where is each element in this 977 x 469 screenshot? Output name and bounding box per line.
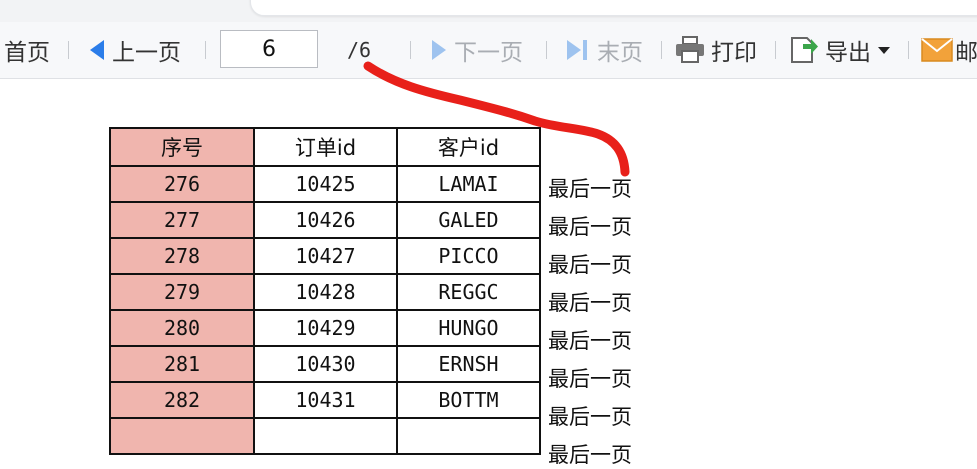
table-row: 281 10430 ERNSH: [109, 345, 541, 383]
page-number-input[interactable]: [220, 30, 318, 68]
export-icon: [791, 37, 818, 63]
table-cell: 279: [109, 273, 255, 311]
table-row: 280 10429 HUNGO: [109, 309, 541, 347]
next-page-label: 下一页: [454, 40, 523, 66]
last-page-note: 最后一页: [548, 177, 632, 201]
toolbar-divider: [68, 41, 69, 59]
mail-button[interactable]: 邮: [921, 22, 977, 78]
toolbar-divider: [661, 41, 662, 59]
export-label: 导出: [825, 40, 871, 66]
first-page-button[interactable]: 首页: [4, 22, 50, 78]
last-page-label: 末页: [597, 40, 643, 66]
print-button[interactable]: 打印: [675, 22, 757, 78]
last-page-note: 最后一页: [548, 253, 632, 277]
table-cell: 276: [109, 165, 255, 203]
address-bar-edge: [250, 0, 977, 16]
last-page-note: 最后一页: [548, 367, 632, 391]
table-cell: 10427: [253, 237, 398, 275]
table-cell: PICCO: [396, 237, 541, 275]
last-page-button[interactable]: 末页: [565, 22, 643, 78]
last-page-note: 最后一页: [548, 215, 632, 239]
table-cell: LAMAI: [396, 165, 541, 203]
prev-page-button[interactable]: 上一页: [88, 22, 181, 78]
last-page-note: 最后一页: [548, 291, 632, 315]
column-header: 客户id: [396, 127, 541, 167]
last-page-note: 最后一页: [548, 329, 632, 353]
table-cell: 278: [109, 237, 255, 275]
table-cell: GALED: [396, 201, 541, 239]
table-cell: HUNGO: [396, 309, 541, 347]
toolbar-divider: [410, 41, 411, 59]
skip-end-icon: [567, 40, 587, 60]
table-row-partial: [109, 417, 541, 455]
table-cell: [109, 417, 255, 455]
table-cell: 10431: [253, 381, 398, 419]
table-row: 276 10425 LAMAI: [109, 165, 541, 203]
toolbar-divider: [775, 41, 776, 59]
table-cell: REGGC: [396, 273, 541, 311]
triangle-left-icon: [90, 40, 104, 60]
table-cell: 10425: [253, 165, 398, 203]
export-button[interactable]: 导出: [789, 22, 891, 78]
column-header: 序号: [109, 127, 255, 167]
page-total: /6: [347, 38, 372, 62]
envelope-icon: [921, 38, 953, 62]
table-cell: 280: [109, 309, 255, 347]
last-page-note: 最后一页: [548, 405, 632, 429]
triangle-right-icon: [432, 40, 446, 60]
table-cell: 10429: [253, 309, 398, 347]
table-cell: 281: [109, 345, 255, 383]
table-row: 282 10431 BOTTM: [109, 381, 541, 419]
table-row: 278 10427 PICCO: [109, 237, 541, 275]
mail-label: 邮: [955, 40, 977, 66]
next-page-button[interactable]: 下一页: [430, 22, 523, 78]
table-row: 277 10426 GALED: [109, 201, 541, 239]
column-header: 订单id: [253, 127, 398, 167]
caret-down-icon: [878, 47, 890, 54]
table-cell: 10430: [253, 345, 398, 383]
first-page-label: 首页: [4, 40, 50, 66]
table-cell: ERNSH: [396, 345, 541, 383]
table-cell: [253, 417, 398, 455]
table-cell: 277: [109, 201, 255, 239]
header-row: 序号 订单id 客户id: [109, 127, 541, 167]
print-label: 打印: [711, 40, 757, 66]
table-row: 279 10428 REGGC: [109, 273, 541, 311]
toolbar-divider: [908, 41, 909, 59]
table-cell: 10428: [253, 273, 398, 311]
toolbar-divider: [546, 41, 547, 59]
toolbar-divider: [205, 41, 206, 59]
table-cell: [396, 417, 541, 455]
prev-page-label: 上一页: [112, 40, 181, 66]
report-table: 序号 订单id 客户id 276 10425 LAMAI 277 10426 G…: [109, 127, 541, 455]
report-toolbar: 首页 上一页 /6 下一页 末页 打印: [0, 22, 977, 79]
table-cell: 10426: [253, 201, 398, 239]
table-cell: BOTTM: [396, 381, 541, 419]
table-cell: 282: [109, 381, 255, 419]
printer-icon: [676, 36, 704, 63]
